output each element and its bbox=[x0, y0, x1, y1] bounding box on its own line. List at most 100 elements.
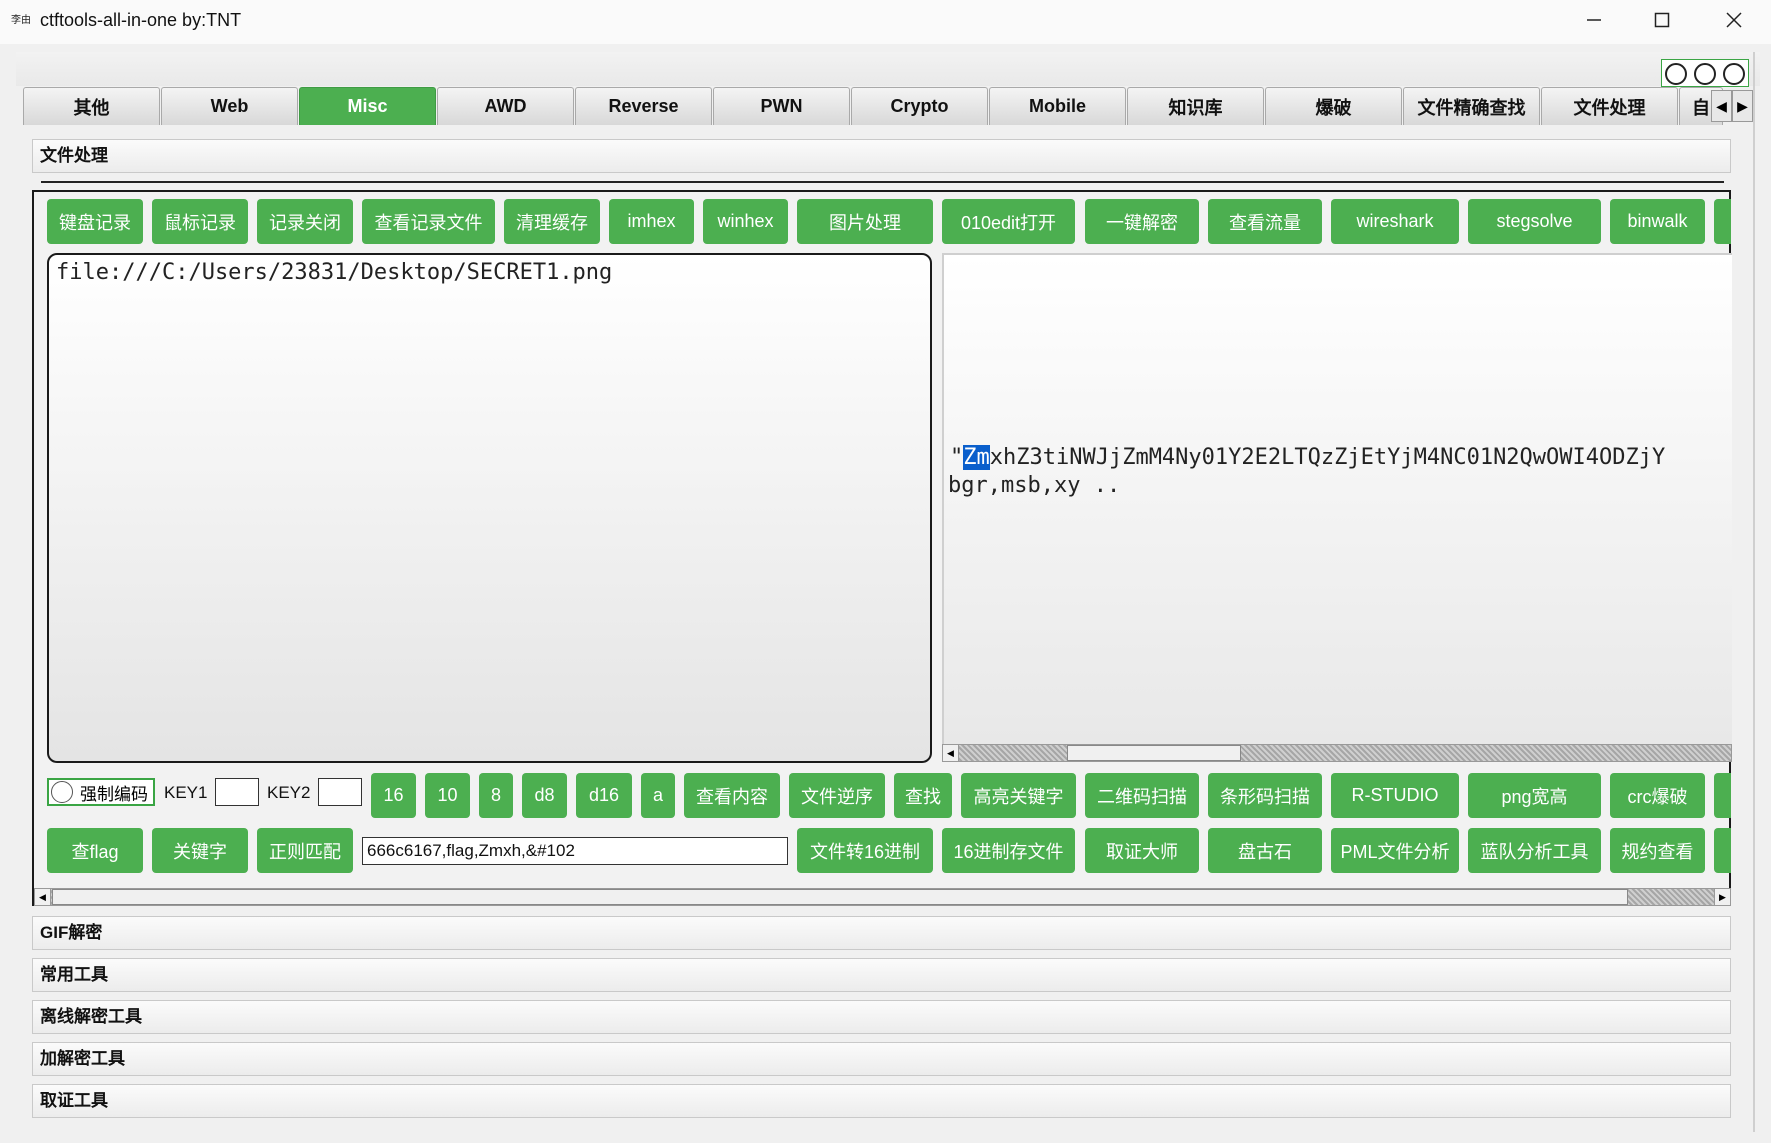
base16-button[interactable]: 16 bbox=[371, 773, 416, 818]
tab-other[interactable]: 其他 bbox=[23, 87, 160, 125]
scroll-left-icon[interactable]: ◀ bbox=[35, 889, 51, 905]
overflow-button[interactable] bbox=[1714, 828, 1731, 873]
section-crypto-tools[interactable]: 加解密工具 bbox=[32, 1042, 1731, 1076]
minimize-button[interactable] bbox=[1564, 0, 1624, 40]
tab-web[interactable]: Web bbox=[161, 87, 298, 125]
overflow-button[interactable] bbox=[1714, 773, 1731, 818]
tab-misc[interactable]: Misc bbox=[299, 87, 436, 125]
find-flag-button[interactable]: 查flag bbox=[47, 828, 143, 873]
view-traffic-button[interactable]: 查看流量 bbox=[1208, 199, 1322, 244]
protocol-view-button[interactable]: 规约查看 bbox=[1610, 828, 1705, 873]
record-close-button[interactable]: 记录关闭 bbox=[257, 199, 353, 244]
forensic-master-button[interactable]: 取证大师 bbox=[1085, 828, 1199, 873]
key1-label: KEY1 bbox=[164, 783, 208, 802]
section-common-tools[interactable]: 常用工具 bbox=[32, 958, 1731, 992]
file-to-hex-button[interactable]: 文件转16进制 bbox=[797, 828, 933, 873]
file-path-textarea[interactable]: file:///C:/Users/23831/Desktop/SECRET1.p… bbox=[47, 253, 932, 763]
output-highlight: Zm bbox=[963, 445, 990, 470]
keyboard-record-button[interactable]: 键盘记录 bbox=[47, 199, 143, 244]
010edit-open-button[interactable]: 010edit打开 bbox=[942, 199, 1075, 244]
maximize-button[interactable] bbox=[1632, 0, 1692, 40]
circle-icon[interactable] bbox=[1719, 60, 1748, 87]
circle-icon[interactable] bbox=[1691, 60, 1720, 87]
d8-button[interactable]: d8 bbox=[522, 773, 567, 818]
hex-to-file-button[interactable]: 16进制存文件 bbox=[942, 828, 1075, 873]
tab-reverse[interactable]: Reverse bbox=[575, 87, 712, 125]
tab-scroll-left-button[interactable]: ◀ bbox=[1711, 90, 1732, 122]
tab-brute-force[interactable]: 爆破 bbox=[1265, 87, 1402, 125]
divider bbox=[41, 181, 1724, 183]
tab-mobile[interactable]: Mobile bbox=[989, 87, 1126, 125]
tab-awd[interactable]: AWD bbox=[437, 87, 574, 125]
tab-file-search[interactable]: 文件精确查找 bbox=[1403, 87, 1540, 125]
key2-label: KEY2 bbox=[267, 783, 311, 802]
pangu-stone-button[interactable]: 盘古石 bbox=[1208, 828, 1322, 873]
qr-scan-button[interactable]: 二维码扫描 bbox=[1085, 773, 1199, 818]
tab-knowledge-base[interactable]: 知识库 bbox=[1127, 87, 1264, 125]
section-gif-decrypt[interactable]: GIF解密 bbox=[32, 916, 1731, 950]
highlight-keyword-button[interactable]: 高亮关键字 bbox=[961, 773, 1076, 818]
crc-brute-button[interactable]: crc爆破 bbox=[1610, 773, 1705, 818]
clear-cache-button[interactable]: 清理缓存 bbox=[504, 199, 600, 244]
winhex-button[interactable]: winhex bbox=[703, 199, 788, 244]
panel-horizontal-scrollbar[interactable]: ◀ ▶ bbox=[34, 888, 1731, 906]
status-circles bbox=[1661, 59, 1749, 87]
wireshark-button[interactable]: wireshark bbox=[1331, 199, 1459, 244]
binwalk-button[interactable]: binwalk bbox=[1610, 199, 1705, 244]
base10-button[interactable]: 10 bbox=[425, 773, 470, 818]
view-record-file-button[interactable]: 查看记录文件 bbox=[362, 199, 495, 244]
file-reverse-button[interactable]: 文件逆序 bbox=[789, 773, 885, 818]
scrollbar-thumb[interactable] bbox=[1067, 745, 1241, 761]
app-icon: 李由 bbox=[11, 15, 31, 26]
png-size-button[interactable]: png宽高 bbox=[1468, 773, 1601, 818]
main-tabs: 其他 Web Misc AWD Reverse PWN Crypto Mobil… bbox=[23, 87, 1753, 125]
tab-pwn[interactable]: PWN bbox=[713, 87, 850, 125]
minimize-icon bbox=[1587, 19, 1601, 21]
overflow-button[interactable] bbox=[1714, 199, 1731, 244]
stegsolve-button[interactable]: stegsolve bbox=[1468, 199, 1601, 244]
base8-button[interactable]: 8 bbox=[479, 773, 513, 818]
a-button[interactable]: a bbox=[641, 773, 675, 818]
tab-file-processing[interactable]: 文件处理 bbox=[1541, 87, 1678, 125]
find-button[interactable]: 查找 bbox=[894, 773, 952, 818]
scroll-right-icon[interactable]: ▶ bbox=[1714, 889, 1730, 905]
tab-crypto[interactable]: Crypto bbox=[851, 87, 988, 125]
force-encoding-checkbox[interactable]: 强制编码 bbox=[47, 778, 155, 806]
close-button[interactable] bbox=[1704, 0, 1764, 40]
output-line-2: bgr,msb,xy .. bbox=[948, 473, 1121, 498]
close-icon bbox=[1726, 12, 1742, 28]
section-forensics-tools[interactable]: 取证工具 bbox=[32, 1084, 1731, 1118]
key1-input[interactable] bbox=[215, 778, 259, 806]
scroll-left-icon[interactable]: ◀ bbox=[943, 745, 959, 761]
output-quote: " bbox=[950, 445, 964, 470]
app-window: 李由 ctftools-all-in-one by:TNT 其他 Web Mis… bbox=[0, 0, 1771, 1143]
image-processing-button[interactable]: 图片处理 bbox=[797, 199, 933, 244]
frame-edge bbox=[1753, 52, 1755, 1132]
circle-icon[interactable] bbox=[1662, 60, 1691, 87]
tab-scroll-right-button[interactable]: ▶ bbox=[1732, 90, 1753, 122]
output-horizontal-scrollbar[interactable]: ◀ bbox=[942, 744, 1732, 762]
output-textarea[interactable]: "ZmxhZ3tiNWJjZmM4Ny01Y2E2LTQzZjEtYjM4NC0… bbox=[942, 253, 1732, 746]
d16-button[interactable]: d16 bbox=[576, 773, 632, 818]
blue-team-analysis-button[interactable]: 蓝队分析工具 bbox=[1468, 828, 1601, 873]
view-content-button[interactable]: 查看内容 bbox=[684, 773, 780, 818]
section-offline-decrypt[interactable]: 离线解密工具 bbox=[32, 1000, 1731, 1034]
imhex-button[interactable]: imhex bbox=[609, 199, 694, 244]
barcode-scan-button[interactable]: 条形码扫描 bbox=[1208, 773, 1322, 818]
regex-match-button[interactable]: 正则匹配 bbox=[257, 828, 353, 873]
key2-input[interactable] bbox=[318, 778, 362, 806]
pml-analysis-button[interactable]: PML文件分析 bbox=[1331, 828, 1459, 873]
scrollbar-thumb[interactable] bbox=[52, 889, 1628, 905]
section-file-processing[interactable]: 文件处理 bbox=[32, 139, 1731, 173]
force-encoding-label: 强制编码 bbox=[80, 784, 148, 804]
mouse-record-button[interactable]: 鼠标记录 bbox=[152, 199, 248, 244]
output-line-1-rest: xhZ3tiNWJjZmM4Ny01Y2E2LTQzZjEtYjM4NC01N2… bbox=[989, 445, 1666, 470]
one-click-decrypt-button[interactable]: 一键解密 bbox=[1085, 199, 1199, 244]
flag-search-input[interactable]: 666c6167,flag,Zmxh,&#102 bbox=[362, 837, 788, 865]
output-line-1: "ZmxhZ3tiNWJjZmM4Ny01Y2E2LTQzZjEtYjM4NC0… bbox=[950, 445, 1665, 470]
maximize-icon bbox=[1654, 12, 1670, 28]
r-studio-button[interactable]: R-STUDIO bbox=[1331, 773, 1459, 818]
top-strip bbox=[16, 52, 1760, 86]
keyword-button[interactable]: 关键字 bbox=[152, 828, 248, 873]
tab-scroll-buttons: ◀ ▶ bbox=[1711, 90, 1753, 122]
